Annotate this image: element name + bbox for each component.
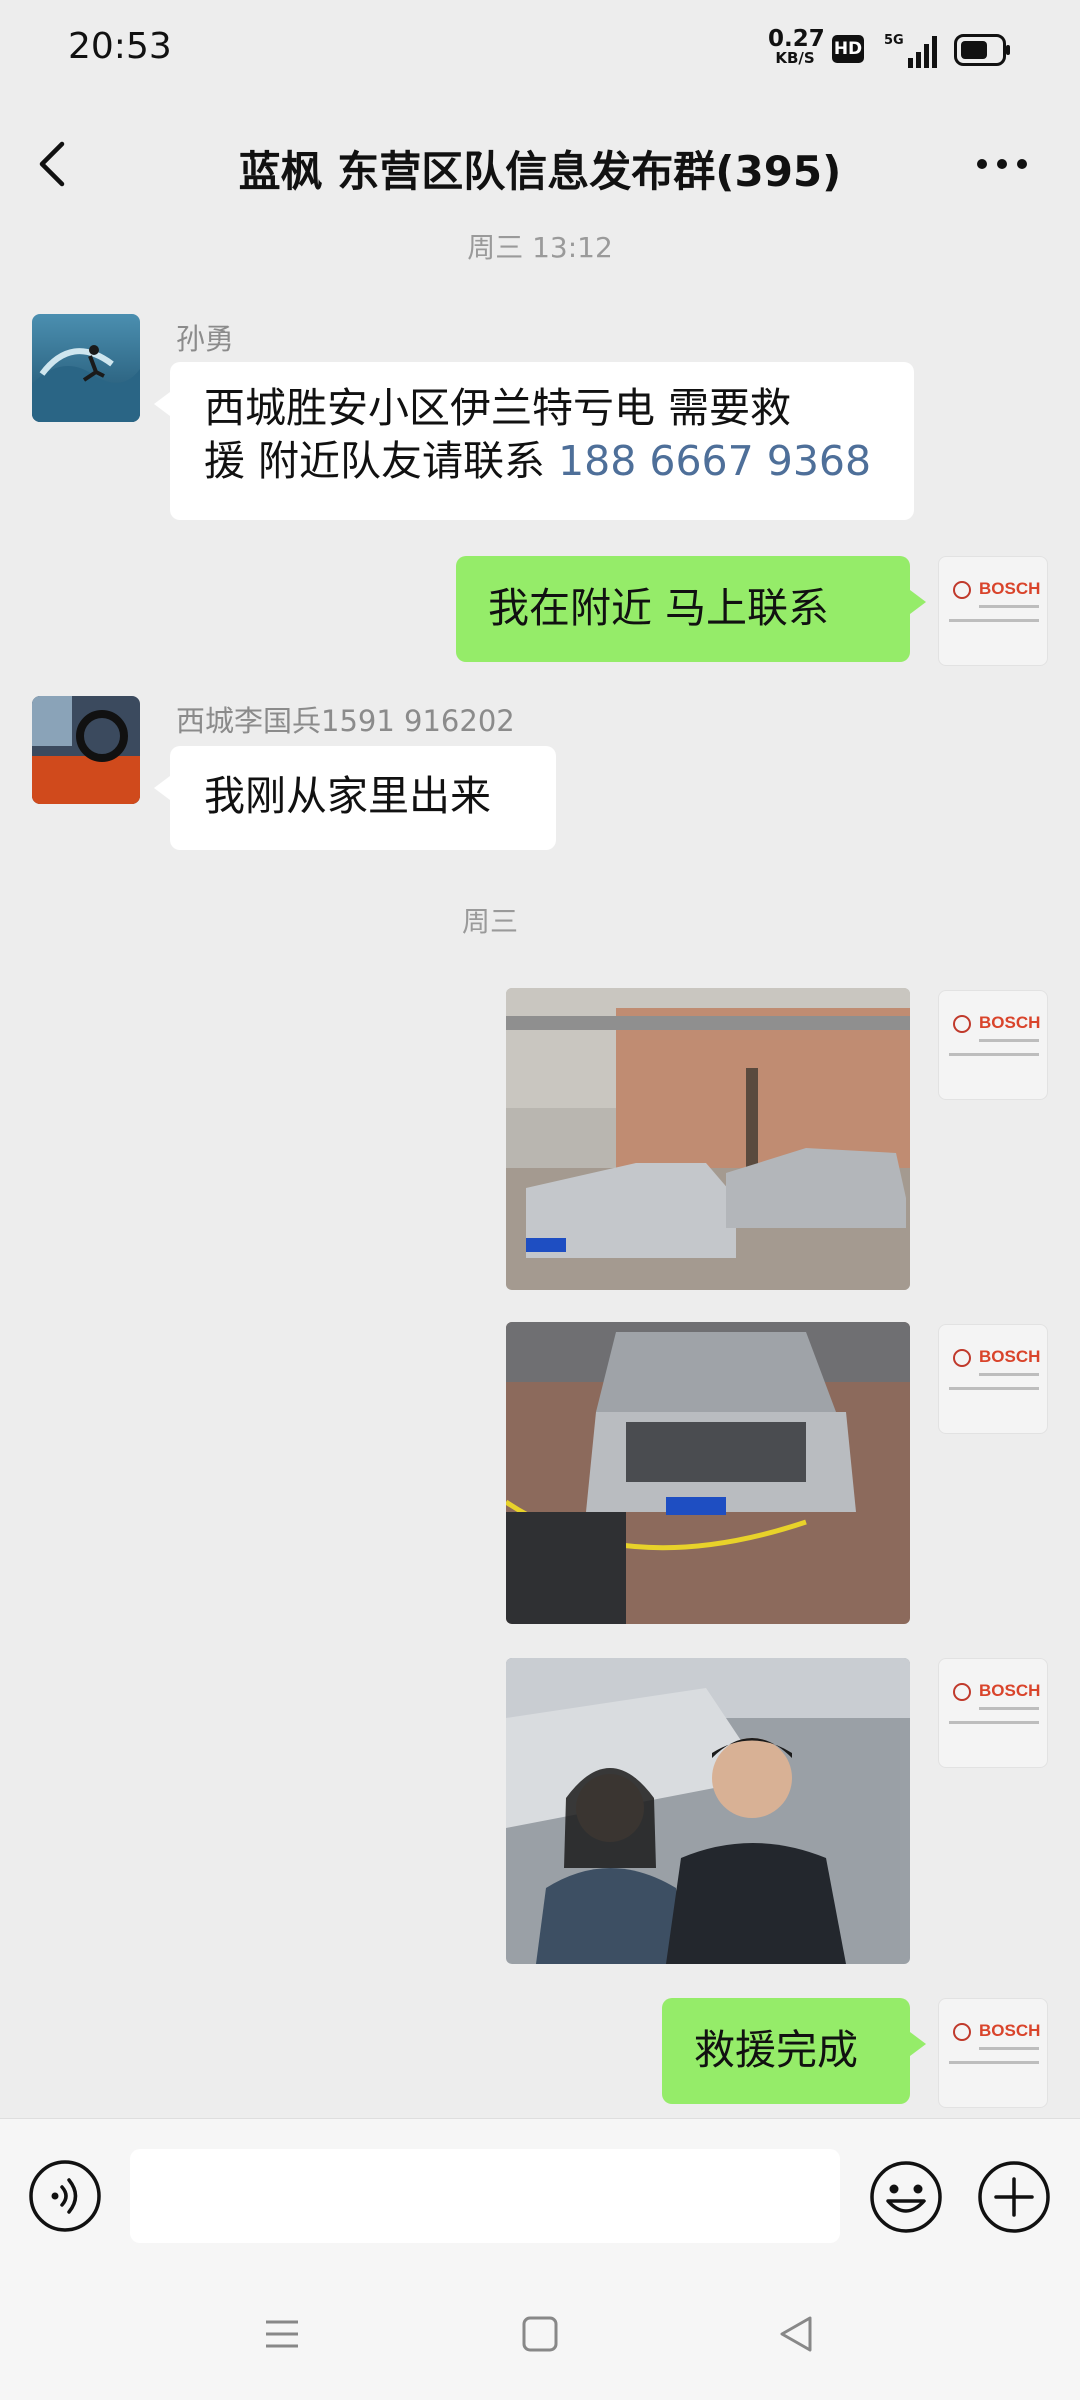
- photo-message[interactable]: [506, 988, 910, 1290]
- self-avatar[interactable]: BOSCH: [938, 1998, 1048, 2108]
- message-text: 救援完成: [694, 2026, 858, 2074]
- surfer-avatar-image: [32, 314, 140, 422]
- self-avatar[interactable]: BOSCH: [938, 1658, 1048, 1768]
- chat-header: 蓝枫 东营区队信息发布群(395): [0, 100, 1080, 230]
- battery-icon: [954, 34, 1010, 66]
- message-text: 西城胜安小区伊兰特亏电 需要救: [204, 384, 792, 432]
- self-avatar[interactable]: BOSCH: [938, 1324, 1048, 1434]
- avatar-brand-text: BOSCH: [979, 579, 1041, 598]
- menu-icon[interactable]: [260, 2312, 304, 2356]
- more-dots-icon[interactable]: [972, 144, 1032, 184]
- input-bar: [0, 2118, 1080, 2273]
- photo-open-hood: [506, 1322, 910, 1624]
- avatar-decoration: [979, 2047, 1039, 2050]
- status-time: 20:53: [68, 26, 172, 67]
- bosch-logo-icon: [953, 581, 971, 599]
- message-text: 援 附近队友请联系: [204, 437, 559, 486]
- chat-timestamp: 周三: [461, 905, 518, 938]
- avatar-decoration: [949, 1387, 1039, 1390]
- avatar-decoration: [949, 619, 1039, 622]
- bosch-logo-icon: [953, 1683, 971, 1701]
- avatar-decoration: [979, 605, 1039, 608]
- chevron-left-icon[interactable]: [28, 134, 78, 194]
- message-bubble[interactable]: 我在附近 马上联系: [456, 556, 926, 662]
- message-text: 我在附近 马上联系: [488, 584, 830, 632]
- self-avatar[interactable]: BOSCH: [938, 556, 1048, 666]
- self-avatar[interactable]: BOSCH: [938, 990, 1048, 1100]
- avatar-decoration: [949, 1721, 1039, 1724]
- sender-avatar[interactable]: [32, 696, 140, 804]
- chat-timestamp: 周三 13:12: [467, 231, 613, 264]
- message-bubble[interactable]: 西城胜安小区伊兰特亏电 需要救 援 附近队友请联系 188 6667 9368: [154, 362, 914, 520]
- back-triangle-icon[interactable]: [774, 2312, 818, 2356]
- avatar-brand-text: BOSCH: [979, 1681, 1041, 1700]
- bosch-logo-icon: [953, 2023, 971, 2041]
- voice-icon[interactable]: [28, 2159, 102, 2233]
- avatar-decoration: [949, 2061, 1039, 2064]
- avatar-decoration: [979, 1707, 1039, 1710]
- photo-parked-cars: [506, 988, 910, 1290]
- bosch-logo-icon: [953, 1349, 971, 1367]
- plus-icon[interactable]: [976, 2159, 1052, 2235]
- network-speed-value: 0.27: [768, 26, 825, 52]
- message-input[interactable]: [130, 2149, 840, 2243]
- home-icon[interactable]: [518, 2312, 562, 2356]
- photo-message[interactable]: [506, 1322, 910, 1624]
- sender-avatar[interactable]: [32, 314, 140, 422]
- avatar-decoration: [979, 1039, 1039, 1042]
- avatar-brand-text: BOSCH: [979, 2021, 1041, 2040]
- signal-icon: 5G: [884, 33, 937, 68]
- car-interior-avatar-image: [32, 696, 140, 804]
- avatar-brand-text: BOSCH: [979, 1013, 1041, 1032]
- bosch-logo-icon: [953, 1015, 971, 1033]
- message-bubble[interactable]: 救援完成: [662, 1998, 926, 2104]
- phone-number-link[interactable]: 188 6667 9368: [558, 437, 871, 485]
- hd-badge: HD: [832, 35, 864, 63]
- chat-title: 蓝枫 东营区队信息发布群(395): [238, 147, 842, 196]
- network-speed-unit: KB/S: [775, 49, 815, 67]
- sender-name: 孙勇: [176, 322, 235, 356]
- system-navigation-bar: [0, 2272, 1080, 2400]
- avatar-decoration: [979, 1373, 1039, 1376]
- status-bar: 20:53 0.27 KB/S HD 5G: [0, 0, 1080, 100]
- message-bubble[interactable]: 我刚从家里出来: [154, 746, 556, 850]
- network-type-label: 5G: [884, 33, 904, 48]
- photo-selfie: [506, 1658, 910, 1964]
- avatar-decoration: [949, 1053, 1039, 1056]
- network-speed: 0.27 KB/S: [768, 26, 825, 67]
- sender-name: 西城李国兵1591 916202: [176, 704, 515, 738]
- photo-message[interactable]: [506, 1658, 910, 1964]
- emoji-icon[interactable]: [868, 2159, 944, 2235]
- avatar-brand-text: BOSCH: [979, 1347, 1041, 1366]
- message-text: 我刚从家里出来: [204, 772, 491, 820]
